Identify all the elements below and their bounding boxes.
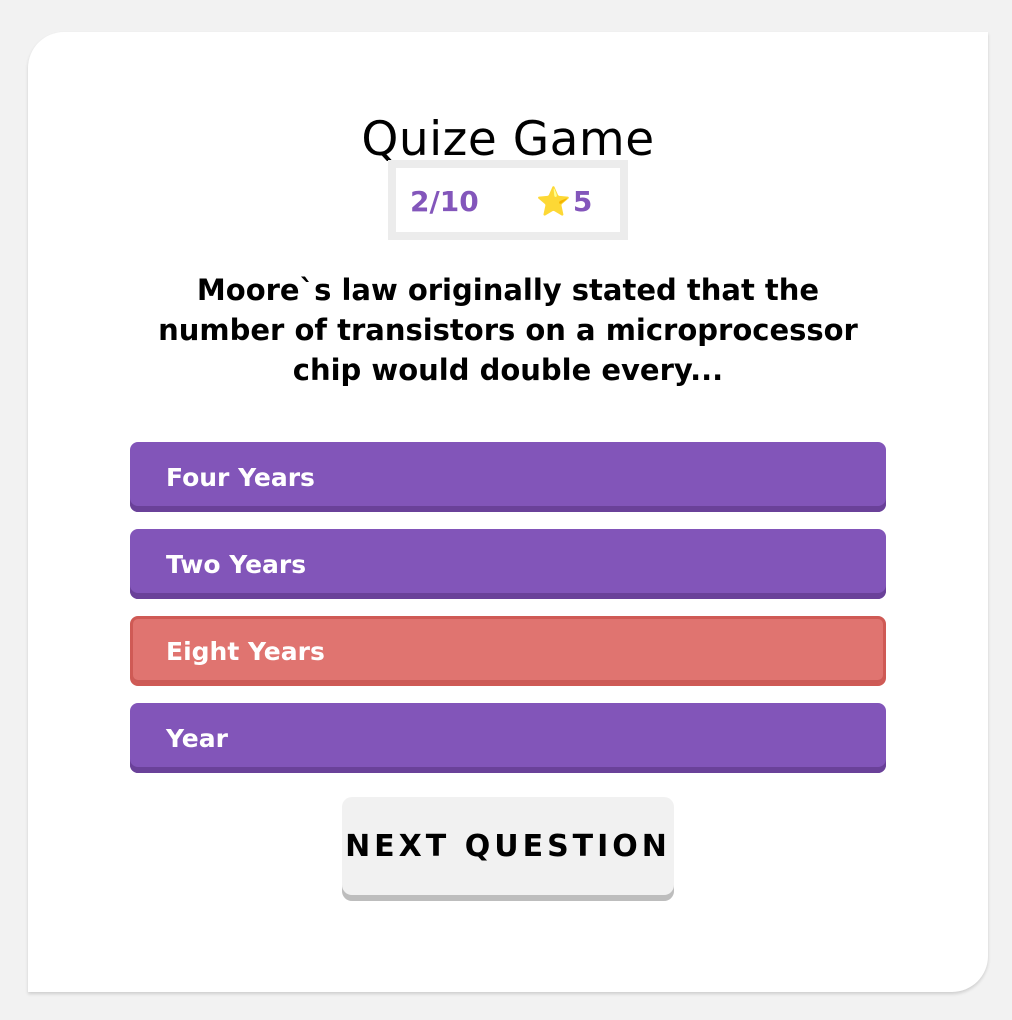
answer-label: Four Years bbox=[166, 462, 315, 492]
next-question-button[interactable]: Next Question bbox=[342, 797, 674, 901]
score-value: 5 bbox=[572, 185, 593, 218]
answer-list: Four Years Two Years Eight Years Year bbox=[130, 442, 886, 790]
question-progress: 2/10 bbox=[410, 185, 479, 218]
answer-option-year[interactable]: Year bbox=[130, 703, 886, 773]
quiz-card: Quize Game 2/10 ⭐ 5 Moore`s law original… bbox=[28, 32, 988, 992]
star-icon: ⭐ bbox=[536, 185, 571, 218]
answer-option-two-years[interactable]: Two Years bbox=[130, 529, 886, 599]
answer-option-eight-years[interactable]: Eight Years bbox=[130, 616, 886, 686]
answer-label: Eight Years bbox=[166, 636, 325, 666]
answer-label: Year bbox=[166, 723, 228, 753]
question-text: Moore`s law originally stated that the n… bbox=[158, 273, 858, 387]
answer-option-four-years[interactable]: Four Years bbox=[130, 442, 886, 512]
score-display: ⭐ 5 bbox=[536, 186, 592, 218]
answer-label: Two Years bbox=[166, 549, 307, 579]
stats-panel: 2/10 ⭐ 5 bbox=[388, 160, 628, 240]
